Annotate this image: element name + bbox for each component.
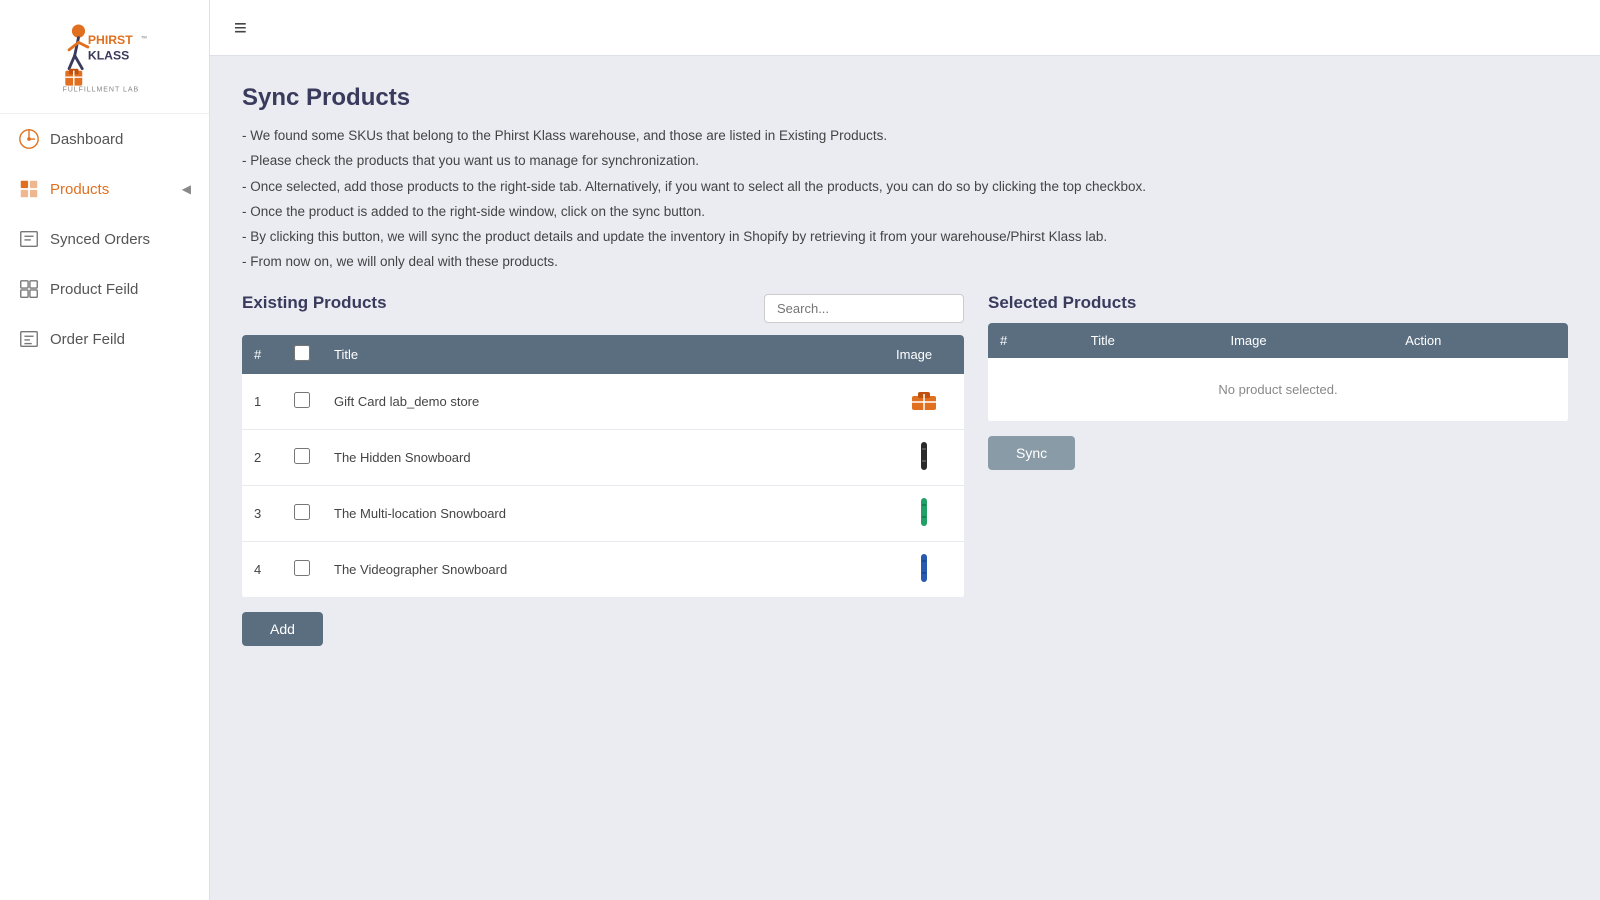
sidebar-item-products[interactable]: Products ◀ [0,164,209,214]
row-image [884,429,964,485]
selected-table-header-row: # Title Image Action [988,323,1568,358]
row-title: The Multi-location Snowboard [322,485,884,541]
table-row: 4 The Videographer Snowboard [242,541,964,597]
row-num: 3 [242,485,282,541]
row-title: The Hidden Snowboard [322,429,884,485]
instruction-3: - Once selected, add those products to t… [242,177,1568,197]
instruction-6: - From now on, we will only deal with th… [242,252,1568,272]
search-input[interactable] [764,294,964,323]
row-num: 1 [242,374,282,430]
sidebar-item-product-feild-label: Product Feild [50,281,138,298]
product-image-1 [908,384,940,416]
logo-area: PHIRST KLASS ™ FULFILLMENT LAB [0,0,209,114]
no-product-row: No product selected. [988,358,1568,422]
sidebar-item-synced-orders-label: Synced Orders [50,231,150,248]
row-checkbox[interactable] [294,560,310,576]
row-num: 4 [242,541,282,597]
row-title: Gift Card lab_demo store [322,374,884,430]
row-num: 2 [242,429,282,485]
sync-button[interactable]: Sync [988,436,1075,470]
sidebar-item-synced-orders[interactable]: Synced Orders [0,214,209,264]
product-feild-icon [18,278,40,300]
sidebar-item-dashboard[interactable]: Dashboard [0,114,209,164]
row-image [884,374,964,430]
row-image [884,485,964,541]
product-image-2 [908,440,940,472]
col-header-title: Title [322,335,884,374]
row-checkbox-cell[interactable] [282,485,322,541]
row-title: The Videographer Snowboard [322,541,884,597]
selected-products-table: # Title Image Action No product selected… [988,323,1568,422]
sidebar-item-product-feild[interactable]: Product Feild [0,264,209,314]
sync-layout: Existing Products # Title Image [242,293,1568,646]
existing-products-panel: Existing Products # Title Image [242,293,964,646]
selected-products-title: Selected Products [988,293,1568,313]
sidebar-item-products-label: Products [50,181,109,198]
sidebar-item-dashboard-label: Dashboard [50,131,123,148]
sidebar-item-order-feild-label: Order Feild [50,331,125,348]
add-button[interactable]: Add [242,612,323,646]
selected-col-title: Title [1079,323,1219,358]
selected-products-panel: Selected Products # Title Image Action N… [988,293,1568,470]
product-image-3 [908,496,940,528]
row-checkbox[interactable] [294,392,310,408]
topbar: ≡ [210,0,1600,56]
table-header-row: # Title Image [242,335,964,374]
row-checkbox-cell[interactable] [282,541,322,597]
selected-col-image: Image [1218,323,1393,358]
menu-toggle-button[interactable]: ≡ [234,15,247,41]
instructions-block: - We found some SKUs that belong to the … [242,126,1568,273]
col-header-check [282,335,322,374]
instruction-1: - We found some SKUs that belong to the … [242,126,1568,146]
sidebar-item-order-feild[interactable]: Order Feild [0,314,209,364]
select-all-checkbox[interactable] [294,345,310,361]
selected-col-action: Action [1393,323,1568,358]
row-image [884,541,964,597]
instruction-4: - Once the product is added to the right… [242,202,1568,222]
dashboard-icon [18,128,40,150]
product-image-4 [908,552,940,584]
svg-text:™: ™ [141,35,148,42]
existing-products-table: # Title Image 1 [242,335,964,598]
row-checkbox-cell[interactable] [282,429,322,485]
svg-text:PHIRST: PHIRST [88,33,133,47]
main-area: ≡ Sync Products - We found some SKUs tha… [210,0,1600,900]
row-checkbox[interactable] [294,504,310,520]
no-product-message: No product selected. [988,358,1568,422]
svg-text:KLASS: KLASS [88,48,129,62]
synced-orders-icon [18,228,40,250]
content-area: Sync Products - We found some SKUs that … [210,56,1600,900]
table-row: 3 The Multi-location Snowboard [242,485,964,541]
table-row: 1 Gift Card lab_demo store [242,374,964,430]
logo: PHIRST KLASS ™ FULFILLMENT LAB [16,16,156,96]
existing-products-title: Existing Products [242,293,387,313]
table-row: 2 The Hidden Snowboard [242,429,964,485]
products-chevron: ◀ [182,182,191,196]
col-header-image: Image [884,335,964,374]
col-header-num: # [242,335,282,374]
instruction-5: - By clicking this button, we will sync … [242,227,1568,247]
row-checkbox[interactable] [294,448,310,464]
instruction-2: - Please check the products that you wan… [242,151,1568,171]
row-checkbox-cell[interactable] [282,374,322,430]
products-icon [18,178,40,200]
order-feild-icon [18,328,40,350]
page-title: Sync Products [242,84,1568,112]
svg-text:FULFILLMENT LAB: FULFILLMENT LAB [62,86,139,93]
selected-col-num: # [988,323,1079,358]
sidebar: PHIRST KLASS ™ FULFILLMENT LAB Dashboard… [0,0,210,900]
